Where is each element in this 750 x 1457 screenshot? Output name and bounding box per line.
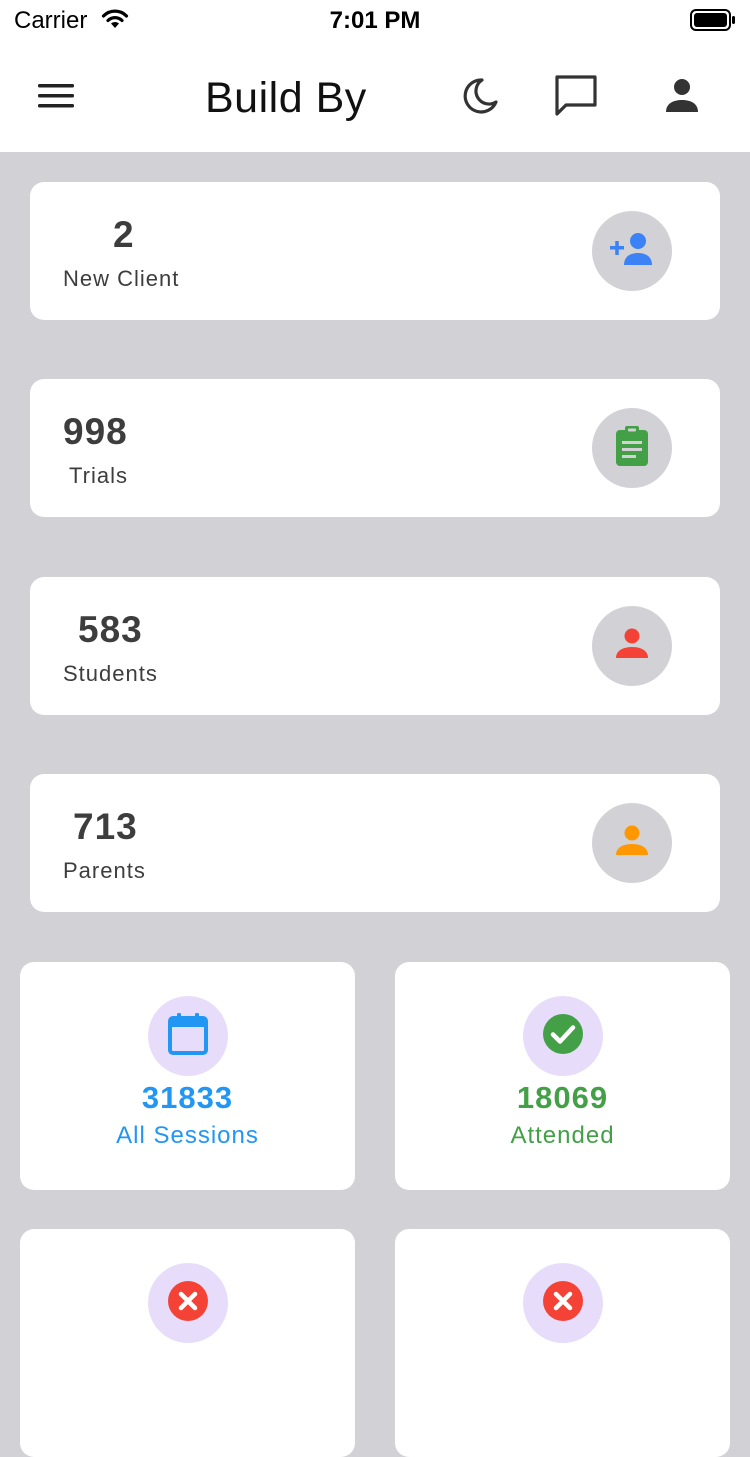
trials-label: Trials bbox=[69, 463, 128, 488]
check-circle-icon bbox=[542, 1013, 584, 1060]
cancel-circle-icon bbox=[542, 1280, 584, 1327]
attended-tile[interactable]: 18069 Attended bbox=[395, 962, 730, 1190]
cancel-circle-icon bbox=[167, 1280, 209, 1327]
clipboard-icon bbox=[612, 424, 652, 473]
app-header: Build By bbox=[0, 44, 750, 152]
attended-label: Attended bbox=[510, 1122, 615, 1149]
all-sessions-icon-badge bbox=[148, 996, 228, 1076]
all-sessions-label: All Sessions bbox=[116, 1122, 259, 1149]
students-count: 583 bbox=[78, 609, 143, 650]
page-title: Build By bbox=[205, 74, 367, 122]
missed-icon-badge bbox=[523, 1263, 603, 1343]
add-user-icon bbox=[608, 229, 656, 274]
new-client-card[interactable]: 2 New Client bbox=[30, 182, 720, 320]
new-client-label: New Client bbox=[63, 266, 180, 291]
person-icon bbox=[612, 821, 652, 866]
dark-mode-button[interactable] bbox=[456, 72, 504, 120]
trials-card[interactable]: 998 Trials bbox=[30, 379, 720, 517]
menu-button[interactable] bbox=[36, 80, 76, 112]
students-label: Students bbox=[63, 661, 158, 686]
attended-icon-badge bbox=[523, 996, 603, 1076]
battery-icon bbox=[690, 9, 736, 36]
trials-icon-badge bbox=[592, 408, 672, 488]
cancelled-sessions-tile[interactable] bbox=[20, 1229, 355, 1457]
attended-count: 18069 bbox=[516, 1080, 609, 1115]
parents-label: Parents bbox=[63, 858, 146, 883]
parents-count: 713 bbox=[73, 806, 138, 847]
messages-button[interactable] bbox=[552, 72, 600, 120]
all-sessions-tile[interactable]: 31833 All Sessions bbox=[20, 962, 355, 1190]
cancelled-icon-badge bbox=[148, 1263, 228, 1343]
parents-card[interactable]: 713 Parents bbox=[30, 774, 720, 912]
calendar-icon bbox=[167, 1012, 209, 1061]
students-icon-badge bbox=[592, 606, 672, 686]
status-bar: Carrier 7:01 PM bbox=[0, 0, 750, 44]
top-bar: Carrier 7:01 PM Build By bbox=[0, 0, 750, 152]
menu-icon bbox=[36, 84, 76, 116]
clock: 7:01 PM bbox=[329, 7, 421, 34]
all-sessions-count: 31833 bbox=[141, 1080, 234, 1115]
person-icon bbox=[612, 624, 652, 669]
missed-sessions-tile[interactable] bbox=[395, 1229, 730, 1457]
chat-icon bbox=[552, 72, 600, 120]
parents-icon-badge bbox=[592, 803, 672, 883]
profile-button[interactable] bbox=[658, 72, 706, 120]
new-client-icon-badge bbox=[592, 211, 672, 291]
new-client-count: 2 bbox=[113, 214, 135, 255]
students-card[interactable]: 583 Students bbox=[30, 577, 720, 715]
person-icon bbox=[658, 72, 706, 120]
moon-icon bbox=[456, 72, 504, 120]
trials-count: 998 bbox=[63, 411, 128, 452]
